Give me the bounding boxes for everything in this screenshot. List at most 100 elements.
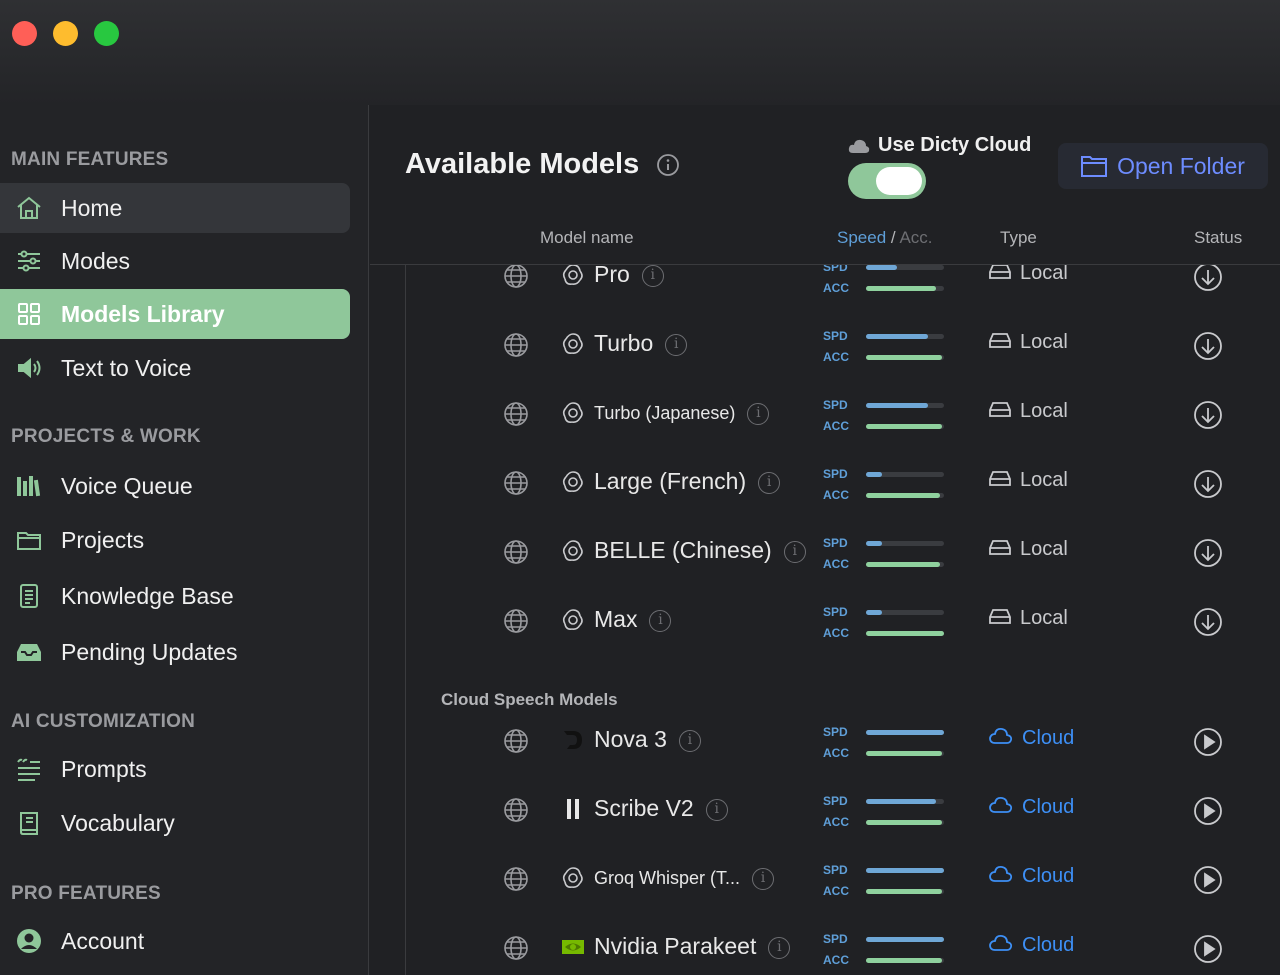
info-icon[interactable]: i (768, 936, 791, 959)
speed-bar-fill (866, 730, 944, 735)
play-icon[interactable] (1193, 727, 1223, 757)
sidebar-item-text-to-voice[interactable]: Text to Voice (0, 343, 350, 393)
model-type: Local (989, 469, 1068, 492)
deepgram-icon (561, 728, 585, 752)
sidebar-item-label: Voice Queue (61, 472, 193, 499)
spd-label: SPD (823, 605, 848, 619)
sidebar-item-projects[interactable]: Projects (0, 515, 350, 565)
openai-icon (561, 332, 585, 356)
acc-label: ACC (823, 419, 849, 433)
accuracy-bar (866, 889, 944, 894)
accuracy-bar (866, 562, 944, 567)
open-folder-button[interactable]: Open Folder (1058, 143, 1268, 189)
accuracy-bar (866, 631, 944, 636)
play-icon[interactable] (1193, 865, 1223, 895)
globe-icon (503, 866, 529, 892)
spd-label: SPD (823, 863, 848, 877)
download-icon[interactable] (1193, 400, 1223, 430)
model-row[interactable]: Turbo (Japanese) i SPD ACC Local (406, 379, 1280, 448)
sidebar-item-label: Modes (61, 247, 131, 274)
info-icon[interactable]: i (758, 471, 781, 494)
model-type-text: Cloud (1022, 934, 1075, 956)
model-type: Cloud (989, 934, 1074, 957)
sidebar-item-account[interactable]: Account (0, 916, 350, 966)
info-icon[interactable]: i (678, 729, 701, 752)
model-row[interactable]: Nova 3 i SPD ACC Cloud (406, 706, 1280, 775)
model-type: Local (989, 331, 1068, 354)
globe-icon (503, 935, 529, 961)
sidebar-item-pending-updates[interactable]: Pending Updates (0, 627, 350, 677)
info-icon[interactable]: i (783, 540, 806, 563)
download-icon[interactable] (1193, 331, 1223, 361)
accuracy-bar-fill (866, 820, 943, 825)
download-icon[interactable] (1193, 265, 1223, 292)
speed-bar-fill (866, 610, 882, 615)
spd-label: SPD (823, 467, 848, 481)
info-icon[interactable]: i (747, 403, 770, 426)
spd-label: SPD (823, 725, 848, 739)
accuracy-bar-fill (866, 631, 944, 636)
model-row[interactable]: Scribe V2 i SPD ACC Cloud (406, 775, 1280, 844)
globe-icon (503, 539, 529, 565)
sidebar-item-modes[interactable]: Modes (0, 236, 350, 286)
cloud-icon (989, 796, 1022, 819)
spd-label: SPD (823, 794, 848, 808)
books-icon (14, 471, 44, 501)
zoom-window-button[interactable] (94, 21, 119, 46)
model-row[interactable]: Max i SPD ACC Local (406, 586, 1280, 655)
sidebar-item-knowledge-base[interactable]: Knowledge Base (0, 571, 350, 621)
close-window-button[interactable] (12, 21, 37, 46)
page-title: Available Models (405, 148, 640, 180)
download-icon[interactable] (1193, 538, 1223, 568)
sidebar-item-label: Vocabulary (61, 809, 175, 836)
open-folder-label: Open Folder (1117, 152, 1245, 179)
column-type[interactable]: Type (1000, 228, 1037, 248)
sidebar-item-models-library[interactable]: Models Library (0, 289, 350, 339)
speed-bar (866, 265, 944, 270)
info-icon[interactable]: i (752, 868, 775, 891)
sidebar-item-label: Prompts (61, 755, 147, 782)
sidebar-item-prompts[interactable]: Prompts (0, 744, 350, 794)
download-icon[interactable] (1193, 469, 1223, 499)
accuracy-bar-fill (866, 424, 943, 429)
model-row[interactable]: Pro i SPD ACC Local (406, 265, 1280, 310)
model-row[interactable]: Large (French) i SPD ACC Local (406, 448, 1280, 517)
play-icon[interactable] (1193, 934, 1223, 964)
model-name-text: Turbo (594, 330, 654, 356)
model-type: Cloud (989, 796, 1074, 819)
elevenlabs-icon (561, 797, 585, 821)
acc-label: ACC (823, 626, 849, 640)
model-row[interactable]: Turbo i SPD ACC Local (406, 310, 1280, 379)
use-cloud-toggle[interactable] (848, 163, 926, 199)
model-row[interactable]: Nvidia Parakeet i SPD ACC Cloud (406, 913, 1280, 975)
minimize-window-button[interactable] (53, 21, 78, 46)
sidebar-item-vocabulary[interactable]: Vocabulary (0, 798, 350, 848)
hard-drive-icon (989, 265, 1020, 285)
info-icon[interactable]: i (705, 798, 728, 821)
model-name-text: Max (594, 606, 638, 632)
column-model-name[interactable]: Model name (540, 228, 634, 248)
play-icon[interactable] (1193, 796, 1223, 826)
hard-drive-icon (989, 400, 1020, 423)
model-row[interactable]: BELLE (Chinese) i SPD ACC Local (406, 517, 1280, 586)
info-icon[interactable]: i (649, 609, 672, 632)
sidebar-item-voice-queue[interactable]: Voice Queue (0, 461, 350, 511)
column-status[interactable]: Status (1194, 228, 1242, 248)
model-name: Nvidia Parakeet i (594, 933, 791, 960)
sidebar-item-label: Pending Updates (61, 638, 238, 665)
cloud-icon (989, 727, 1022, 750)
folder-icon (14, 525, 44, 555)
info-icon[interactable] (656, 153, 680, 177)
quote-list-icon (14, 754, 44, 784)
model-name: Turbo i (594, 330, 688, 357)
sidebar-item-home[interactable]: Home (0, 183, 350, 233)
column-speed-acc[interactable]: Speed / Acc. (837, 228, 933, 248)
info-icon[interactable]: i (665, 333, 688, 356)
info-icon[interactable]: i (641, 265, 664, 287)
sliders-icon (14, 246, 44, 276)
model-name-text: Turbo (Japanese) (594, 403, 736, 423)
model-row[interactable]: Groq Whisper (T... i SPD ACC Cloud (406, 844, 1280, 913)
download-icon[interactable] (1193, 607, 1223, 637)
model-list: Cloud Speech Models Pro i SPD ACC Local Turbo… (405, 265, 1280, 975)
globe-icon (503, 608, 529, 634)
